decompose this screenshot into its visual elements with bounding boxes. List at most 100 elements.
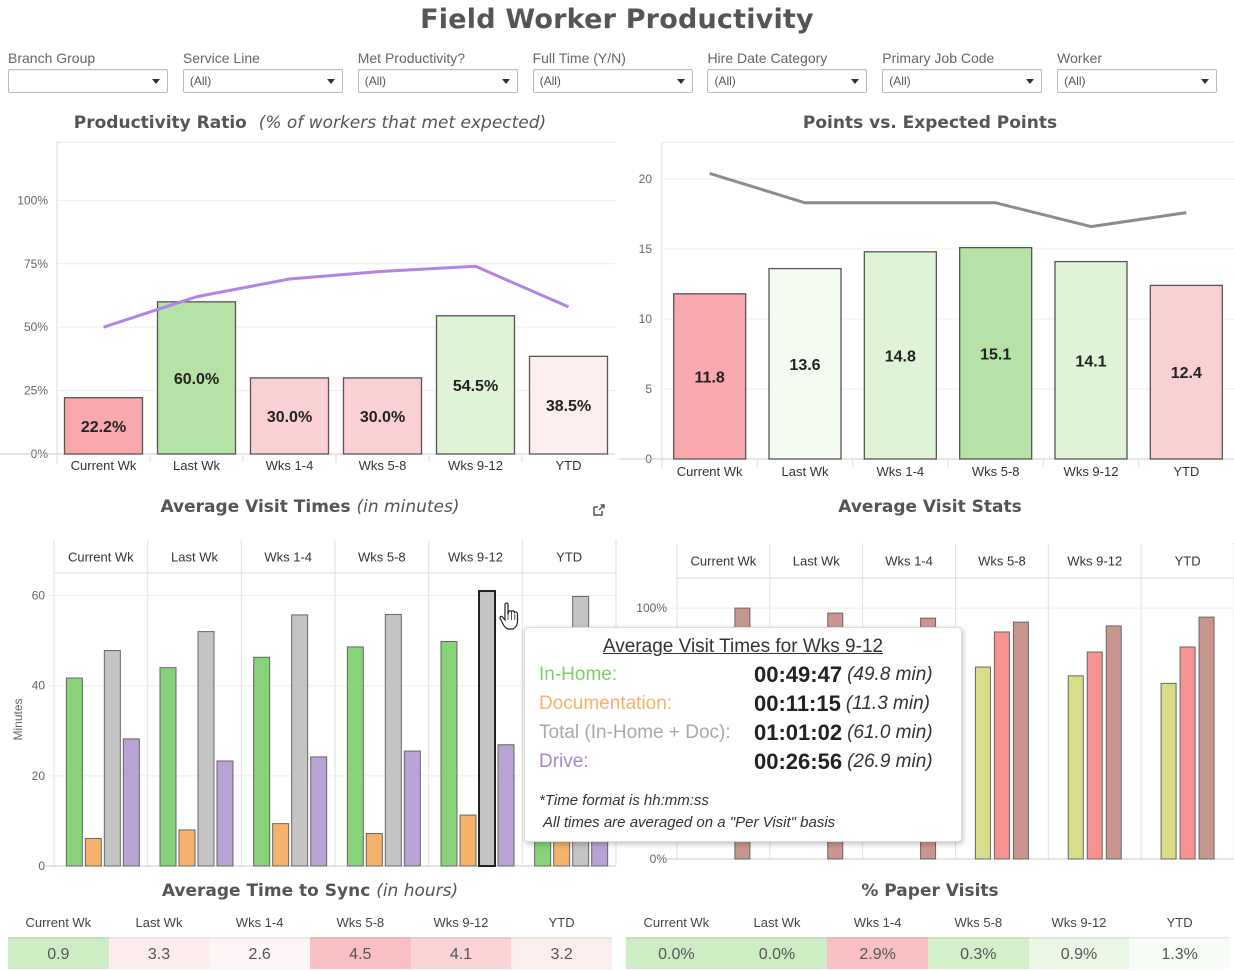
table-cell[interactable]: 3.3 — [108, 937, 210, 969]
table-column: Wks 1-4 2.9% — [827, 909, 928, 969]
service-line-dropdown[interactable]: (All) — [182, 69, 343, 93]
bar-stat-a[interactable] — [1160, 682, 1177, 860]
x-category-label: Last Wk — [173, 458, 220, 473]
bar-in-home[interactable] — [440, 641, 458, 867]
bar-stat-c[interactable] — [1105, 625, 1122, 860]
column-header: Wks 9-12 — [433, 915, 489, 930]
bar-documentation[interactable] — [459, 814, 477, 867]
table-cell[interactable]: 0.0% — [626, 937, 727, 969]
bar-drive[interactable] — [497, 744, 515, 867]
bar-in-home[interactable] — [65, 677, 83, 867]
y-tick-label: 75% — [24, 257, 48, 271]
bar-in-home[interactable] — [253, 656, 271, 867]
column-header: Wks 5-8 — [358, 550, 406, 565]
column-header: Wks 5-8 — [336, 915, 385, 930]
bar-documentation[interactable] — [84, 838, 102, 867]
productivity-ratio-chart[interactable]: 0%25%50%75%100%Current Wk22.2%Last Wk60.… — [0, 140, 620, 485]
branch-group-dropdown[interactable] — [8, 69, 168, 93]
dropdown-value: (All) — [714, 74, 736, 88]
table-cell[interactable]: 0.9 — [8, 937, 109, 969]
tooltip-time: 00:11:15 — [754, 690, 841, 716]
dashboard-title: Field Worker Productivity — [420, 4, 814, 35]
points-title: Points vs. Expected Points — [620, 113, 1234, 133]
tooltip-label: Total (In-Home + Doc): — [539, 721, 731, 743]
y-tick-label: 5 — [645, 382, 652, 396]
panel-subtitle: (in hours) — [376, 881, 459, 901]
bar-total-in-home-doc-[interactable] — [291, 614, 309, 867]
bar-stat-b[interactable] — [1086, 651, 1103, 860]
panel-subtitle: (% of workers that met expected) — [258, 113, 547, 133]
table-cell[interactable]: 4.5 — [309, 937, 411, 969]
bar-stat-c[interactable] — [1198, 616, 1215, 860]
tooltip-note-format: *Time format is hh:mm:ss — [539, 792, 709, 809]
external-link-icon[interactable] — [592, 503, 606, 517]
bar-documentation[interactable] — [178, 829, 196, 867]
bar-stat-c[interactable] — [1012, 621, 1029, 860]
filter-label: Full Time (Y/N) — [532, 50, 626, 66]
table-cell[interactable]: 1.3% — [1129, 937, 1230, 969]
filter-bar: Branch Group Service Line (All) Met Prod… — [8, 49, 1232, 93]
table-column: YTD 3.2 — [511, 909, 612, 969]
table-cell[interactable]: 2.6 — [209, 937, 310, 969]
tooltip-minutes: (61.0 min) — [847, 721, 933, 743]
tooltip-row-documentation: Documentation: 00:11:15 (11.3 min) — [539, 689, 947, 718]
bar-drive[interactable] — [403, 750, 421, 867]
primary-job-code-dropdown[interactable]: (All) — [882, 69, 1043, 93]
paper-visits-table: Current Wk 0.0% Last Wk 0.0% Wks 1-4 2.9% Wks … — [626, 909, 1230, 969]
table-cell[interactable]: 0.9% — [1028, 937, 1130, 969]
filter-primary-job-code: Primary Job Code (All) — [882, 49, 1057, 93]
filter-worker: Worker (All) — [1057, 49, 1232, 93]
met-productivity-dropdown[interactable]: (All) — [357, 69, 518, 93]
points-vs-expected-chart[interactable]: 05101520Current Wk11.8Last Wk13.6Wks 1-4… — [620, 140, 1234, 485]
column-header: Wks 1-4 — [235, 915, 284, 930]
panel-title-text: Points vs. Expected Points — [802, 113, 1058, 133]
table-cell[interactable]: 0.3% — [927, 937, 1029, 969]
y-tick-label: 25% — [24, 384, 48, 398]
bar-drive[interactable] — [122, 738, 140, 867]
bar-documentation[interactable] — [365, 833, 383, 867]
bar-in-home[interactable] — [159, 667, 177, 867]
column-header: YTD — [1175, 554, 1201, 569]
tooltip-minutes: (11.3 min) — [845, 692, 930, 714]
y-tick-label: 60 — [32, 589, 46, 603]
bar-stat-b[interactable] — [1179, 646, 1196, 860]
column-header: YTD — [556, 550, 582, 565]
tooltip-minutes: (26.9 min) — [847, 750, 933, 772]
filter-label: Service Line — [182, 50, 260, 66]
column-header: Wks 9-12 — [1067, 554, 1122, 569]
bar-stat-a[interactable] — [1067, 675, 1084, 860]
column-header: Current Wk — [25, 915, 92, 930]
y-tick-label: 100% — [636, 601, 667, 615]
x-category-label: Last Wk — [782, 464, 829, 479]
bar-drive[interactable] — [216, 760, 234, 867]
bar-documentation[interactable] — [272, 823, 290, 867]
column-header: YTD — [548, 915, 575, 930]
table-cell[interactable]: 0.0% — [726, 937, 828, 969]
column-header: Wks 1-4 — [853, 915, 902, 930]
bar-stat-a[interactable] — [974, 666, 991, 860]
table-column: YTD 1.3% — [1129, 909, 1230, 969]
visit-times-tooltip: Average Visit Times for Wks 9-12 In-Home… — [524, 627, 962, 842]
table-column: Wks 9-12 4.1 — [410, 909, 512, 969]
bar-drive[interactable] — [310, 756, 328, 867]
table-cell[interactable]: 3.2 — [511, 937, 612, 969]
bar-value-label: 54.5% — [453, 378, 498, 395]
bar-value-label: 22.2% — [81, 419, 126, 436]
bar-total-in-home-doc-[interactable] — [478, 590, 496, 868]
x-category-label: Wks 1-4 — [876, 464, 924, 479]
caret-down-icon — [501, 79, 510, 84]
bar-total-in-home-doc-[interactable] — [384, 613, 402, 867]
worker-dropdown[interactable]: (All) — [1057, 69, 1218, 93]
bar-in-home[interactable] — [346, 646, 364, 867]
hire-date-category-dropdown[interactable]: (All) — [707, 69, 868, 93]
bar-total-in-home-doc-[interactable] — [103, 650, 121, 867]
column-header: Current Wk — [643, 915, 710, 930]
dropdown-value: (All) — [1064, 74, 1086, 88]
full-time-dropdown[interactable]: (All) — [532, 69, 693, 93]
table-cell[interactable]: 4.1 — [410, 937, 512, 969]
dropdown-value: (All) — [364, 74, 387, 88]
table-cell[interactable]: 2.9% — [827, 937, 928, 969]
y-axis-title: Minutes — [11, 698, 25, 740]
bar-total-in-home-doc-[interactable] — [197, 631, 215, 867]
bar-stat-b[interactable] — [993, 631, 1010, 860]
